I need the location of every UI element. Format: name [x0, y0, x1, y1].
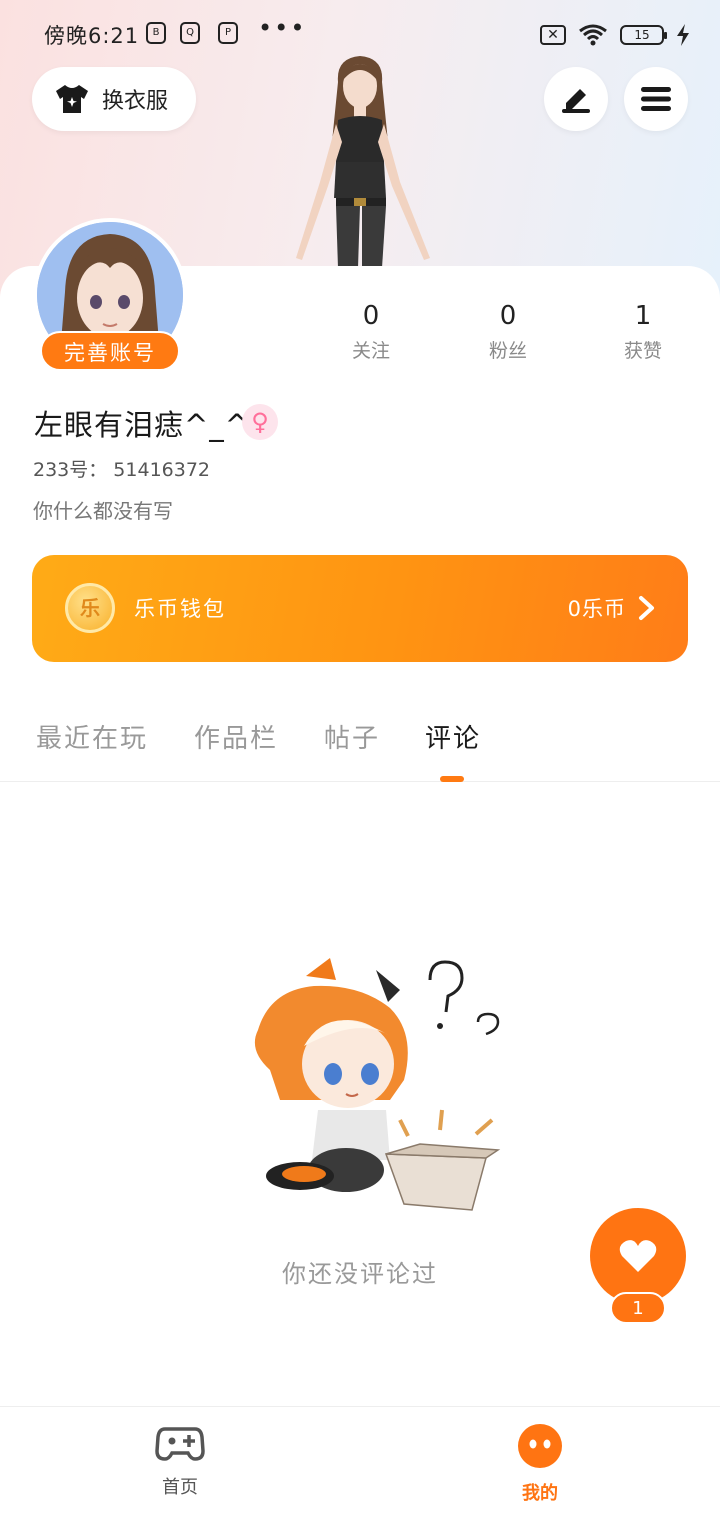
face-icon: [518, 1424, 562, 1468]
shirt-icon: [56, 85, 88, 113]
nav-mine-label: 我的: [522, 1483, 558, 1504]
gamepad-icon: [155, 1427, 205, 1461]
app-notification-icon: Q: [180, 22, 200, 44]
stat-followers[interactable]: 0 粉丝: [458, 300, 558, 363]
wallet-card[interactable]: 乐 乐币钱包 0乐币: [32, 555, 688, 662]
avatar-3d-figure[interactable]: [280, 52, 440, 268]
coin-icon: 乐: [65, 583, 115, 633]
app-notification-icon: B: [146, 22, 166, 44]
chevron-right-icon: [639, 596, 654, 620]
content-tabs: 最近在玩 作品栏 帖子 评论: [0, 712, 720, 782]
followers-label: 粉丝: [488, 340, 527, 362]
app-notification-icon: P: [218, 22, 238, 44]
more-notifications-icon: •••: [258, 14, 307, 42]
no-sim-icon: ✕: [540, 25, 566, 45]
username: 左眼有泪痣^_^: [34, 408, 251, 442]
gender-symbol: ♀: [251, 408, 269, 436]
wallet-balance: 0乐币: [567, 597, 626, 621]
following-count: 0: [362, 301, 380, 331]
female-icon: ♀: [242, 404, 278, 440]
tab-recently-played[interactable]: 最近在玩: [36, 718, 148, 755]
likes-label: 获赞: [623, 340, 662, 362]
nav-home[interactable]: 首页: [120, 1423, 240, 1499]
heart-icon: [619, 1240, 657, 1272]
wifi-icon: [579, 24, 607, 46]
charging-icon: [677, 24, 689, 46]
change-outfit-button[interactable]: 换衣服: [32, 67, 196, 131]
change-outfit-label: 换衣服: [102, 89, 169, 114]
bio: 你什么都没有写: [33, 499, 173, 523]
status-time: 傍晚6:21: [44, 24, 140, 48]
active-tab-indicator: [440, 776, 464, 782]
stat-likes[interactable]: 1 获赞: [593, 300, 693, 363]
nav-home-label: 首页: [162, 1477, 198, 1498]
edit-profile-button[interactable]: [544, 67, 608, 131]
status-indicators: ✕ 15: [540, 20, 690, 50]
complete-account-button[interactable]: 完善账号: [40, 331, 180, 371]
tab-comments[interactable]: 评论: [425, 718, 481, 755]
pencil-icon: [562, 89, 590, 113]
followers-count: 0: [499, 301, 517, 331]
bottom-navigation: 首页 我的: [0, 1406, 720, 1520]
tab-works[interactable]: 作品栏: [194, 718, 278, 755]
menu-button[interactable]: [624, 67, 688, 131]
tab-posts[interactable]: 帖子: [324, 718, 380, 755]
like-fab-button[interactable]: [590, 1208, 686, 1304]
battery-icon: 15: [620, 25, 667, 45]
stat-following[interactable]: 0 关注: [321, 300, 421, 363]
wallet-title: 乐币钱包: [134, 597, 226, 621]
following-label: 关注: [351, 340, 390, 362]
menu-icon: [641, 87, 671, 111]
like-count-badge: 1: [610, 1292, 666, 1324]
likes-count: 1: [634, 301, 652, 331]
empty-state-illustration: [254, 958, 501, 1211]
nav-mine[interactable]: 我的: [480, 1423, 600, 1505]
user-id: 233号： 51416372: [33, 459, 211, 481]
